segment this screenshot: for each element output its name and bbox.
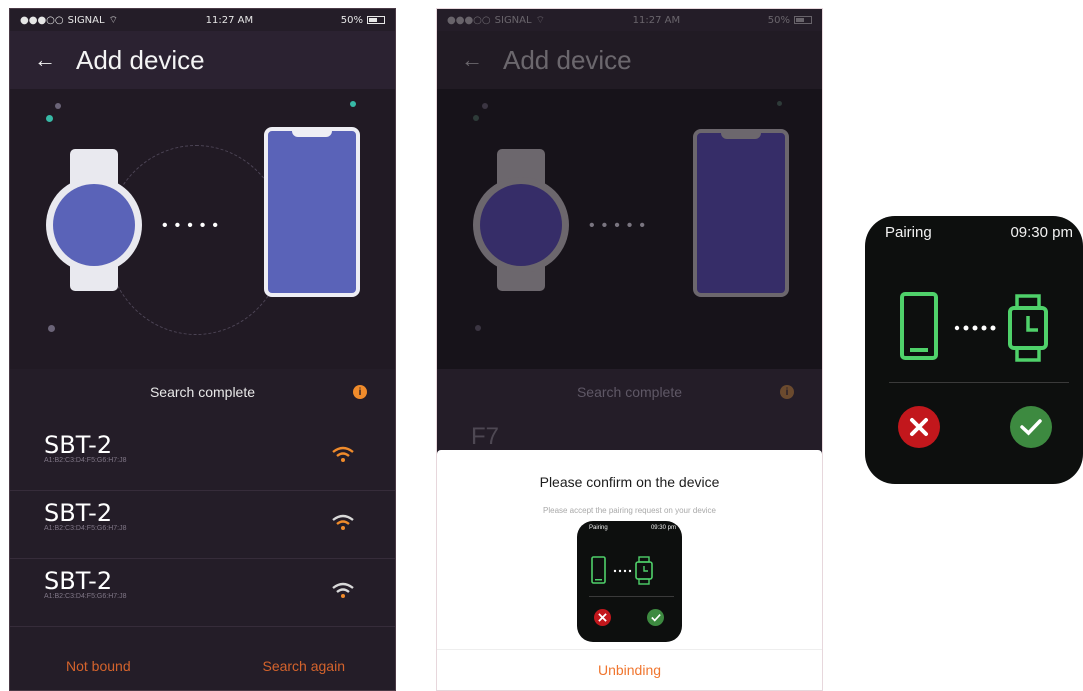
not-bound-button[interactable]: Not bound — [66, 658, 131, 674]
watch-divider — [589, 596, 674, 597]
wifi-icon — [332, 446, 354, 462]
watch-screen — [53, 184, 135, 266]
pairing-illustration: ••••• — [10, 89, 395, 369]
search-status-row: Search complete i — [437, 377, 822, 407]
page-title: Add device — [76, 44, 205, 75]
reject-button[interactable] — [898, 406, 940, 448]
watch-graphic — [46, 149, 142, 291]
watch-pairing-screen: Pairing 09:30 pm — [865, 216, 1083, 484]
decor-dot — [475, 325, 481, 331]
check-icon — [1020, 419, 1042, 436]
connection-dots: ••••• — [162, 217, 226, 234]
watch-time: 09:30 pm — [650, 525, 676, 531]
phone-to-watch-icon — [900, 292, 1048, 362]
decor-dot — [777, 101, 782, 106]
decor-dot — [350, 101, 356, 107]
search-again-button[interactable]: Search again — [262, 658, 345, 674]
battery-icon — [366, 16, 385, 24]
device-list: SBT-2 A1:B2:C3:D4:F5:G6:H7:J8 SBT-2 A1:B… — [10, 423, 395, 627]
phone-notch — [292, 130, 332, 137]
carrier-text: SIGNAL — [494, 14, 532, 26]
reject-button[interactable] — [594, 609, 611, 626]
decor-dot — [473, 115, 479, 121]
search-status-text: Search complete — [149, 384, 256, 400]
signal-dots-icon: ●●●○○ — [447, 14, 491, 26]
watch-pairing-preview: Pairing 09:30 pm — [577, 521, 682, 642]
close-icon — [910, 418, 928, 436]
unbinding-button[interactable]: Unbinding — [437, 650, 822, 690]
status-right: 50% — [768, 15, 812, 26]
watch-graphic — [473, 149, 569, 291]
status-bar: ●●●○○ SIGNAL ⌔ 11:27 AM 50% — [437, 9, 822, 31]
title-bar: ← Add device — [437, 31, 822, 89]
watch-screen — [480, 184, 562, 266]
watch-pairing-title: Pairing — [885, 224, 932, 241]
close-icon — [598, 613, 607, 622]
status-left: ●●●○○ SIGNAL ⌔ — [20, 14, 118, 27]
bottom-actions: Not bound Search again — [10, 642, 395, 690]
watch-header: Pairing 09:30 pm — [865, 224, 1083, 241]
device-list-item[interactable]: SBT-2 A1:B2:C3:D4:F5:G6:H7:J8 — [10, 423, 395, 491]
connection-dots: ••••• — [589, 217, 653, 234]
carrier-text: SIGNAL — [67, 14, 105, 26]
watch-header: Pairing 09:30 pm — [577, 525, 682, 531]
watch-divider — [889, 382, 1069, 383]
signal-dots-icon: ●●●○○ — [20, 14, 64, 26]
status-right: 50% — [341, 15, 385, 26]
back-arrow-icon[interactable]: ← — [34, 47, 64, 73]
battery-percent: 50% — [340, 14, 363, 26]
battery-icon — [793, 16, 812, 24]
status-time: 11:27 AM — [205, 14, 254, 26]
wifi-status-icon: ⌔ — [535, 14, 545, 26]
sheet-title: Please confirm on the device — [539, 474, 720, 490]
back-arrow-icon[interactable]: ← — [461, 47, 491, 73]
confirm-button[interactable] — [647, 609, 664, 626]
wifi-status-icon: ⌔ — [108, 14, 118, 26]
info-icon: i — [780, 385, 794, 399]
decor-dot — [55, 103, 61, 109]
phone-graphic — [264, 127, 360, 297]
pairing-illustration: ••••• — [437, 89, 822, 369]
page-title: Add device — [503, 44, 632, 75]
info-icon[interactable]: i — [353, 385, 367, 399]
decor-dot — [482, 103, 488, 109]
device-list-item[interactable]: SBT-2 A1:B2:C3:D4:F5:G6:H7:J8 — [10, 559, 395, 627]
phone-to-watch-icon — [591, 556, 653, 585]
wifi-icon — [332, 582, 354, 598]
battery-percent: 50% — [767, 14, 790, 26]
search-status-row: Search complete i — [10, 377, 395, 407]
decor-dot — [48, 325, 55, 332]
phone-graphic — [693, 129, 789, 297]
title-bar: ← Add device — [10, 31, 395, 89]
status-bar: ●●●○○ SIGNAL ⌔ 11:27 AM 50% — [10, 9, 395, 31]
status-time: 11:27 AM — [632, 14, 681, 26]
decor-dot — [46, 115, 53, 122]
watch-time: 09:30 pm — [1010, 224, 1073, 241]
add-device-screen: ●●●○○ SIGNAL ⌔ 11:27 AM 50% ← Add device… — [9, 8, 396, 691]
partial-device-name: F7 — [471, 423, 500, 450]
search-status-text: Search complete — [576, 384, 683, 400]
wifi-icon — [332, 514, 354, 530]
phone-notch — [721, 132, 761, 139]
device-list-item[interactable]: SBT-2 A1:B2:C3:D4:F5:G6:H7:J8 — [10, 491, 395, 559]
status-left: ●●●○○ SIGNAL ⌔ — [447, 14, 545, 27]
watch-pairing-title: Pairing — [589, 525, 608, 531]
check-icon — [650, 614, 661, 622]
sheet-subtitle: Please accept the pairing request on you… — [543, 506, 716, 515]
confirm-button[interactable] — [1010, 406, 1052, 448]
